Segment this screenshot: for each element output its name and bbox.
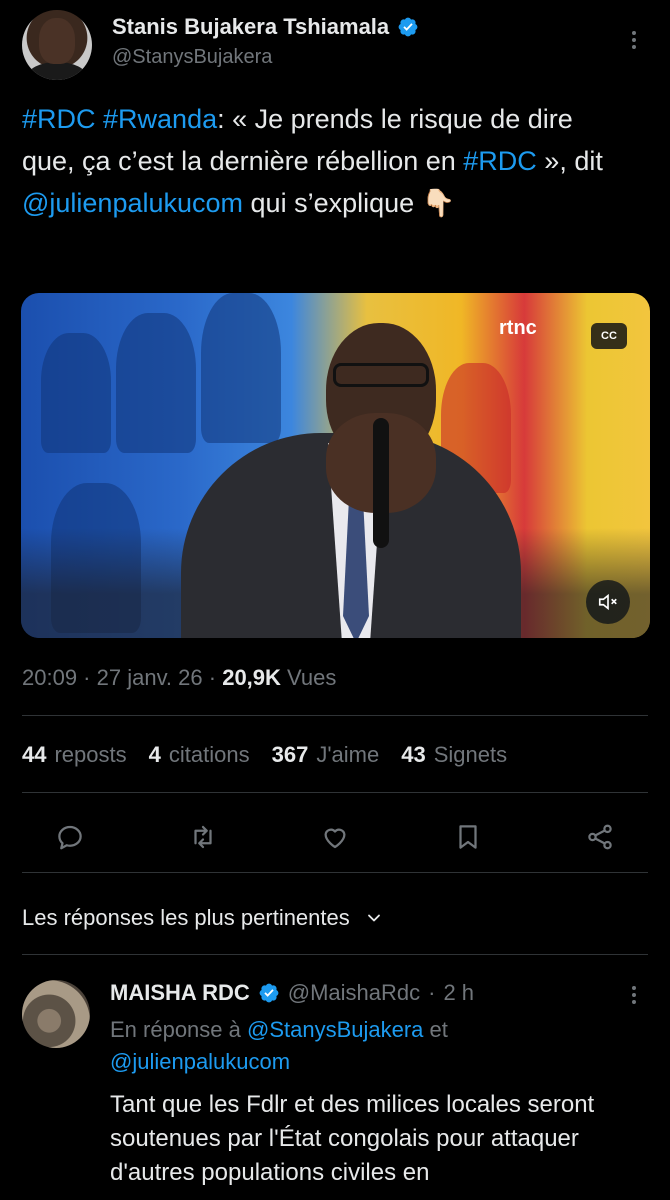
hashtag-rwanda[interactable]: #Rwanda xyxy=(103,104,217,134)
hashtag-rdc-2[interactable]: #RDC xyxy=(463,146,537,176)
hashtag-rdc[interactable]: #RDC xyxy=(22,104,96,134)
reply-text: Tant que les Fdlr et des milices locales… xyxy=(110,1091,595,1186)
reply-context: En réponse à @StanysBujakera et @julienp… xyxy=(110,1014,630,1078)
pointing-down-emoji-icon: 👇🏻 xyxy=(421,188,456,218)
replies-sort-dropdown[interactable]: Les réponses les plus pertinentes xyxy=(22,905,384,931)
views-count: 20,9K xyxy=(222,665,281,690)
views-label: Vues xyxy=(287,665,337,690)
like-icon xyxy=(324,828,346,849)
tweet-text-part2: », dit xyxy=(536,146,603,176)
bookmark-button[interactable] xyxy=(450,819,486,855)
reply-context-and: et xyxy=(423,1017,448,1042)
reposts-stat[interactable]: 44 reposts xyxy=(22,742,127,768)
captions-button[interactable]: CC xyxy=(591,323,627,349)
reply-header: MAISHA RDC @MaishaRdc · 2 h xyxy=(110,980,475,1006)
reply-context-user2[interactable]: @julienpalukucom xyxy=(110,1049,290,1074)
repost-icon xyxy=(193,825,212,849)
tweet-text: #RDC #Rwanda: « Je prends le risque de d… xyxy=(22,98,622,224)
reply-avatar[interactable] xyxy=(22,980,90,1048)
bookmarks-stat[interactable]: 43 Signets xyxy=(401,742,507,768)
reply-icon xyxy=(58,825,82,850)
tweet-time[interactable]: 20:09 xyxy=(22,665,77,690)
tweet-meta: 20:09 · 27 janv. 26 · 20,9K Vues xyxy=(22,665,337,690)
more-options-icon xyxy=(632,986,636,1004)
divider xyxy=(22,792,648,793)
bookmark-icon xyxy=(458,825,477,849)
mention-julienpalukucom[interactable]: @julienpalukucom xyxy=(22,188,243,218)
mute-icon xyxy=(598,593,617,611)
reply-context-user1[interactable]: @StanysBujakera xyxy=(247,1017,423,1042)
reply-time[interactable]: 2 h xyxy=(443,980,474,1006)
share-button[interactable] xyxy=(582,819,618,855)
verified-badge-icon xyxy=(398,17,418,37)
author-avatar[interactable] xyxy=(22,10,92,80)
more-options-icon xyxy=(632,31,636,49)
quotes-stat[interactable]: 4 citations xyxy=(149,742,250,768)
author-handle[interactable]: @StanysBujakera xyxy=(112,46,272,69)
verified-badge-icon xyxy=(259,983,279,1003)
reply-author-handle[interactable]: @MaishaRdc xyxy=(288,980,420,1006)
engagement-stats: 44 reposts 4 citations 367 J'aime 43 Signets xyxy=(22,742,507,768)
divider xyxy=(22,954,648,955)
reply-context-prefix: En réponse à xyxy=(110,1017,247,1042)
share-icon xyxy=(588,824,612,850)
author-name-row[interactable]: Stanis Bujakera Tshiamala xyxy=(112,14,419,40)
likes-stat[interactable]: 367 J'aime xyxy=(272,742,380,768)
reply-button[interactable] xyxy=(52,819,88,855)
action-bar xyxy=(22,812,648,862)
author-name[interactable]: Stanis Bujakera Tshiamala xyxy=(112,14,389,40)
video-player[interactable]: rtnc CC xyxy=(21,293,650,638)
tweet-date[interactable]: 27 janv. 26 xyxy=(97,665,203,690)
replies-sort-label: Les réponses les plus pertinentes xyxy=(22,905,350,930)
chevron-down-icon xyxy=(367,914,380,922)
divider xyxy=(22,872,648,873)
reply-more-options-button[interactable] xyxy=(622,983,646,1012)
repost-button[interactable] xyxy=(185,819,221,855)
like-button[interactable] xyxy=(317,819,353,855)
divider xyxy=(22,715,648,716)
tweet-text-part3: qui s’explique xyxy=(243,188,415,218)
more-options-button[interactable] xyxy=(622,28,646,57)
channel-logo: rtnc xyxy=(499,317,537,339)
mute-button[interactable] xyxy=(586,580,630,624)
reply-author-name[interactable]: MAISHA RDC xyxy=(110,980,250,1006)
